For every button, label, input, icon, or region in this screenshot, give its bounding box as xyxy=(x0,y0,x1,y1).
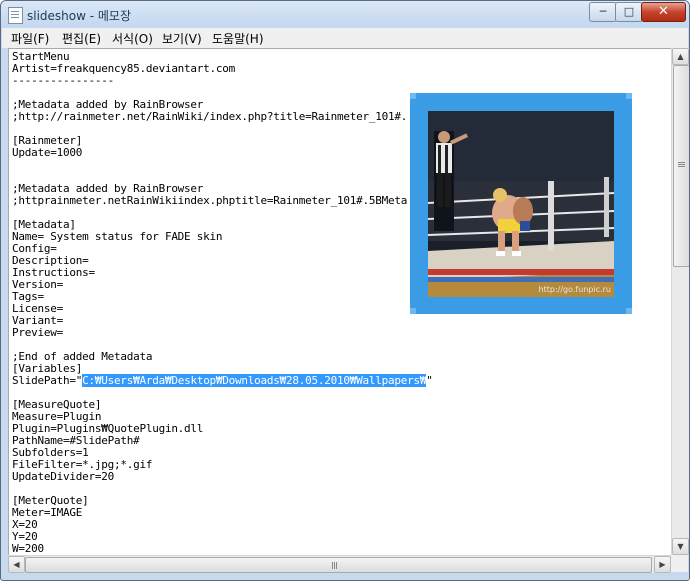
text-line: Update=1000 xyxy=(12,146,83,159)
menu-view[interactable]: 보기(V) xyxy=(162,30,202,47)
scroll-right-icon[interactable]: ▶ xyxy=(654,556,671,573)
vertical-scroll-thumb[interactable] xyxy=(673,65,689,267)
menu-help[interactable]: 도움말(H) xyxy=(212,30,264,47)
widget-corner xyxy=(626,93,632,99)
slideshow-widget[interactable]: http://go.funpic.ru xyxy=(410,93,632,314)
wrestling-photo xyxy=(428,111,614,297)
slideshow-image: http://go.funpic.ru xyxy=(428,111,614,297)
widget-corner xyxy=(410,93,416,99)
scroll-up-icon[interactable]: ▲ xyxy=(672,48,689,65)
line-text: SlidePath=" xyxy=(12,374,83,387)
menu-bar: 파일(F) 편집(E) 서식(O) 보기(V) 도움말(H) xyxy=(2,28,688,49)
menu-file[interactable]: 파일(F) xyxy=(11,30,49,47)
title-bar[interactable]: slideshow - 메모장 ─ □ ✕ xyxy=(1,1,689,29)
horizontal-scrollbar[interactable]: ◀ ▶ xyxy=(8,555,671,573)
text-line: ;httprainmeter.netRainWikiindex.phptitle… xyxy=(12,194,408,207)
widget-corner xyxy=(410,308,416,314)
menu-edit[interactable]: 편집(E) xyxy=(62,30,101,47)
close-icon: ✕ xyxy=(658,4,669,19)
horizontal-scroll-thumb[interactable] xyxy=(25,557,652,573)
widget-corner xyxy=(626,308,632,314)
close-button[interactable]: ✕ xyxy=(641,2,686,22)
scroll-down-icon[interactable]: ▼ xyxy=(672,538,689,555)
vertical-scrollbar[interactable]: ▲ ▼ xyxy=(671,48,689,555)
text-line: SlidePath="C:₩Users₩Arda₩Desktop₩Downloa… xyxy=(12,374,433,387)
scroll-left-icon[interactable]: ◀ xyxy=(8,556,25,573)
size-grip[interactable] xyxy=(671,555,688,572)
selected-text[interactable]: C:₩Users₩Arda₩Desktop₩Downloads₩28.05.20… xyxy=(82,374,426,387)
text-line: UpdateDivider=20 xyxy=(12,470,114,483)
text-line: ---------------- xyxy=(12,74,114,87)
image-watermark: http://go.funpic.ru xyxy=(538,285,611,294)
line-text: " xyxy=(426,374,433,387)
text-line: ;http://rainmeter.net/RainWiki/index.php… xyxy=(12,110,408,123)
window-title: slideshow - 메모장 xyxy=(27,9,132,23)
maximize-icon: □ xyxy=(623,5,635,18)
minimize-icon: ─ xyxy=(599,5,607,18)
minimize-button[interactable]: ─ xyxy=(589,2,617,22)
notepad-icon[interactable] xyxy=(8,7,23,24)
menu-format[interactable]: 서식(O) xyxy=(112,30,153,47)
text-line: Preview= xyxy=(12,326,63,339)
maximize-button[interactable]: □ xyxy=(615,2,643,22)
